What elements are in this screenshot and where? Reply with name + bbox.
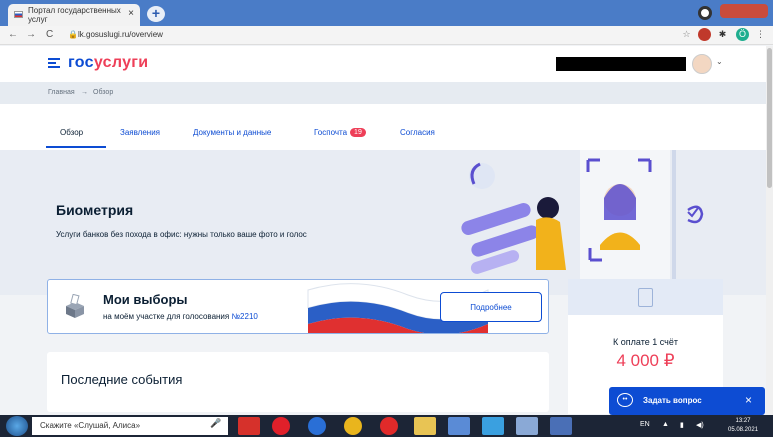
recent-events-card: Последние события — [47, 352, 549, 412]
window-controls[interactable] — [720, 4, 768, 18]
logo-part-uslugi: услуги — [93, 54, 149, 71]
tab-documents[interactable]: Документы и данные — [193, 128, 271, 137]
chrome-icon[interactable] — [344, 417, 362, 435]
banner-subtitle: Услуги банков без похода в офис: нужны т… — [56, 230, 307, 239]
browser-menu-icon[interactable]: ⋮ — [754, 28, 767, 41]
chevron-down-icon[interactable]: ⌄ — [716, 57, 723, 66]
payment-amount: 4 000 ₽ — [616, 351, 675, 370]
back-icon[interactable]: ← — [8, 29, 18, 40]
logo-part-gos: гос — [68, 54, 94, 71]
tray-chevron-icon[interactable]: ▲ — [662, 421, 669, 428]
telegram-icon[interactable] — [482, 417, 504, 435]
payment-label: К оплате 1 счёт — [613, 337, 678, 347]
tab-gospochta-label: Госпочта — [314, 128, 348, 137]
elections-title: Мои выборы — [103, 292, 188, 307]
edge-icon[interactable] — [308, 417, 326, 435]
taskbar-search-input[interactable]: Скажите «Слушай, Алиса» — [32, 417, 228, 435]
site-logo[interactable]: госуслуги — [68, 54, 148, 72]
extension-icon[interactable] — [698, 28, 711, 41]
recent-events-title: Последние события — [61, 372, 183, 387]
breadcrumb-home[interactable]: Главная — [48, 89, 75, 96]
tab-consents[interactable]: Согласия — [400, 128, 435, 137]
breadcrumb-current: Обзор — [93, 89, 114, 96]
ballot-box-icon — [66, 294, 84, 318]
unread-count-badge: 19 — [350, 128, 366, 138]
site-header: госуслуги ⌄ — [0, 46, 766, 82]
forward-icon[interactable]: → — [26, 29, 36, 40]
biometrics-banner[interactable]: Биометрия Услуги банков без похода в офи… — [0, 150, 766, 295]
chat-bot-icon: •• — [617, 393, 633, 407]
reload-icon[interactable]: C — [46, 29, 53, 40]
active-tab-indicator — [46, 146, 106, 148]
tab-overview[interactable]: Обзор — [60, 128, 83, 137]
page-scrollbar[interactable] — [766, 46, 773, 416]
taskbar-clock[interactable]: 13:27 05.08.2021 — [728, 417, 758, 435]
profile-tabs: Обзор Заявления Документы и данные Госпо… — [0, 104, 766, 150]
taskbar-app-icon[interactable] — [238, 417, 260, 435]
menu-icon[interactable] — [48, 58, 60, 68]
volume-icon[interactable]: ◀) — [696, 421, 704, 429]
elections-card[interactable]: Мои выборы на моём участке для голосован… — [47, 279, 549, 334]
breadcrumb-separator-icon: → — [81, 89, 88, 96]
clock-time: 13:27 — [735, 418, 751, 424]
redacted-user-name — [556, 57, 686, 71]
banner-title: Биометрия — [56, 202, 134, 218]
new-tab-button[interactable]: + — [147, 6, 165, 22]
windows-taskbar: Скажите «Слушай, Алиса» 🎤 EN ▲ ▮ ◀) 13:2… — [0, 415, 773, 437]
lock-icon[interactable]: 🔒 — [68, 30, 78, 39]
language-indicator[interactable]: EN — [640, 421, 650, 428]
tab-gospochta[interactable]: Госпочта 19 — [314, 128, 366, 138]
microphone-icon[interactable]: 🎤 — [210, 418, 221, 429]
breadcrumb: Главная → Обзор — [0, 82, 766, 104]
document-icon — [638, 288, 653, 307]
taskbar-app-icon-2[interactable] — [448, 417, 470, 435]
woman-figure — [536, 217, 566, 270]
extensions-puzzle-icon[interactable]: ✱ — [716, 28, 729, 41]
browser-profile-icon[interactable] — [698, 6, 712, 20]
site-favicon-icon — [14, 11, 23, 18]
tab-applications[interactable]: Заявления — [120, 128, 160, 137]
taskbar-app-icon-3[interactable] — [516, 417, 538, 435]
tab-title: Портал государственных услуг — [28, 6, 121, 24]
ask-question-button[interactable]: •• Задать вопрос × — [609, 387, 765, 415]
more-details-button[interactable]: Подробнее — [440, 292, 542, 322]
bookmark-star-icon[interactable]: ☆ — [680, 28, 693, 41]
scrollbar-thumb[interactable] — [767, 48, 772, 188]
address-bar: ← → C 🔒 lk.gosuslugi.ru/overview ☆ ✱ Ö ⋮ — [0, 26, 773, 45]
browser-tab-bar: Портал государственных услуг × + — [0, 0, 773, 26]
payment-card-header — [568, 279, 723, 315]
opera-icon[interactable] — [272, 417, 290, 435]
clock-date: 05.08.2021 — [728, 427, 759, 433]
start-button-icon[interactable] — [6, 416, 28, 436]
file-explorer-icon[interactable] — [414, 417, 436, 435]
yandex-browser-icon[interactable] — [380, 417, 398, 435]
ask-question-label: Задать вопрос — [643, 396, 702, 405]
precinct-number[interactable]: №2210 — [231, 312, 257, 321]
account-icon[interactable]: Ö — [736, 28, 749, 41]
network-icon[interactable]: ▮ — [680, 421, 684, 429]
elections-subtitle-text: на моём участке для голосования — [103, 312, 232, 321]
url-field[interactable]: lk.gosuslugi.ru/overview — [78, 30, 163, 39]
elections-subtitle: на моём участке для голосования №2210 — [103, 312, 258, 321]
avatar[interactable] — [692, 54, 712, 74]
browser-tab[interactable]: Портал государственных услуг × — [8, 4, 140, 26]
close-icon[interactable]: × — [745, 393, 752, 407]
taskbar-app-icon-4[interactable] — [550, 417, 572, 435]
biometrics-illustration — [461, 150, 704, 295]
tab-close-icon[interactable]: × — [128, 8, 134, 19]
